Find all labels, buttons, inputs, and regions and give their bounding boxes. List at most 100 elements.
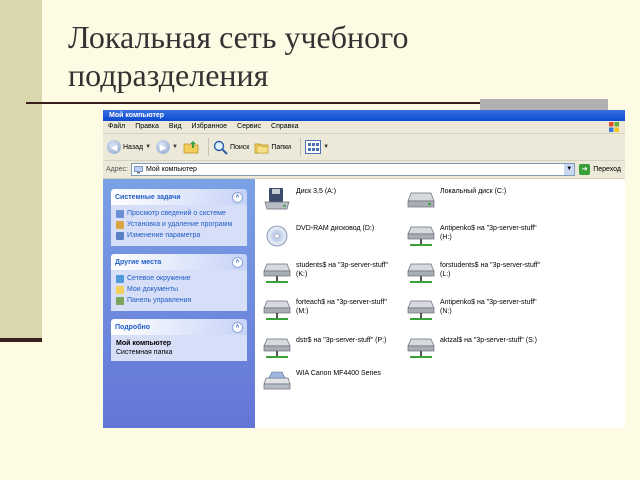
control-panel-icon [116, 297, 124, 305]
drive-l-label: forstudents$ на "3p-server-stuff" [440, 262, 541, 269]
scanner-icon [263, 371, 291, 390]
drive-m-item[interactable]: forteach$ на "3p-server-stuff" (M:) [263, 298, 387, 322]
back-button[interactable]: ◀ Назад ▼ [107, 140, 151, 154]
views-button[interactable]: ▼ [305, 140, 329, 154]
go-label: Переход [593, 166, 621, 173]
up-folder-icon [183, 141, 199, 154]
folders-label: Папки [271, 143, 292, 151]
network-drive-icon [407, 263, 435, 283]
my-documents-icon [116, 286, 124, 294]
details-header[interactable]: Подробно ˄ [111, 319, 247, 335]
scanner-item[interactable]: WIA Canon MF4400 Series [263, 369, 381, 393]
drive-k-label: students$ на "3p-server-stuff" [296, 262, 388, 269]
control-panel-label: Панель управления [127, 297, 192, 304]
local-drive-icon [407, 192, 435, 208]
toolbar-separator-2 [300, 138, 302, 156]
drive-m-label: forteach$ на "3p-server-stuff" [296, 299, 387, 306]
network-places-link[interactable]: Сетевое окружение [116, 274, 242, 283]
drive-a-item[interactable]: Диск 3,5 (A:) [263, 187, 336, 211]
slide-title: Локальная сеть учебного подразделения [68, 18, 608, 94]
address-value: Мой компьютер [145, 166, 197, 173]
other-places-header[interactable]: Другие места ˄ [111, 254, 247, 270]
forward-button[interactable]: ▶ ▼ [156, 140, 178, 154]
drive-k-sublabel: (K:) [296, 271, 308, 278]
system-tasks-header[interactable]: Системные задачи ˄ [111, 189, 247, 205]
drive-c-item[interactable]: Локальный диск (C:) [407, 187, 506, 211]
views-icon [305, 140, 322, 154]
drive-n-item[interactable]: Antipenko$ на "3p-server-stuff" (N:) [407, 298, 537, 322]
menu-view[interactable]: Вид [164, 121, 187, 133]
address-field[interactable]: Мой компьютер ▼ [130, 163, 576, 176]
slide-title-line1: Локальная сеть учебного [68, 19, 409, 55]
my-documents-link[interactable]: Мои документы [116, 285, 242, 294]
menu-file[interactable]: Файл [103, 121, 130, 133]
window-content: Системные задачи ˄ Просмотр сведений о с… [103, 179, 625, 428]
other-places-panel: Другие места ˄ Сетевое окружение Мои док… [111, 254, 247, 311]
change-setting-link[interactable]: Изменение параметра [116, 231, 242, 240]
drive-d-label: DVD-RAM дисковод (D:) [296, 225, 375, 232]
search-button[interactable]: Поиск [213, 140, 249, 155]
drive-s-item[interactable]: aktzal$ на "3p-server-stuff" (S:) [407, 336, 537, 360]
drive-c-label: Локальный диск (C:) [440, 188, 507, 195]
menu-tools[interactable]: Сервис [232, 121, 266, 133]
scanner-label: WIA Canon MF4400 Series [296, 370, 381, 377]
drive-d-item[interactable]: DVD-RAM дисковод (D:) [263, 224, 374, 248]
drive-h-item[interactable]: Antipenko$ на "3p-server-stuff" (H:) [407, 224, 537, 248]
up-folder-button[interactable] [183, 140, 199, 154]
go-button[interactable]: ➜ Переход [579, 164, 621, 175]
explorer-window: Мой компьютер Файл Правка Вид Избранное … [103, 110, 625, 428]
folders-button[interactable]: Папки [254, 141, 291, 154]
drive-n-sublabel: (N:) [440, 308, 452, 315]
window-titlebar[interactable]: Мой компьютер [103, 110, 625, 121]
drive-p-label: dstr$ на "3p-server-stuff" (P:) [296, 337, 387, 344]
control-panel-link[interactable]: Панель управления [116, 296, 242, 305]
menu-edit[interactable]: Правка [130, 121, 164, 133]
my-documents-label: Мои документы [127, 286, 179, 293]
network-places-label: Сетевое окружение [127, 275, 191, 282]
views-dropdown-icon: ▼ [323, 144, 330, 150]
details-title: Подробно [115, 323, 151, 331]
back-dropdown-icon: ▼ [145, 144, 152, 150]
address-dropdown-icon[interactable]: ▼ [564, 164, 575, 175]
address-bar: Адрес: Мой компьютер ▼ ➜ Переход [103, 161, 625, 179]
collapse-chevron-icon[interactable]: ˄ [232, 256, 243, 268]
drive-s-label: aktzal$ на "3p-server-stuff" (S:) [440, 337, 538, 344]
system-tasks-panel: Системные задачи ˄ Просмотр сведений о с… [111, 189, 247, 246]
drive-k-item[interactable]: students$ на "3p-server-stuff" (K:) [263, 261, 388, 285]
network-places-icon [116, 275, 124, 283]
forward-dropdown-icon: ▼ [172, 144, 178, 150]
other-places-title: Другие места [115, 258, 162, 266]
details-name: Мой компьютер [116, 340, 172, 347]
folders-icon [255, 143, 269, 153]
change-setting-label: Изменение параметра [127, 232, 201, 239]
menu-bar: Файл Правка Вид Избранное Сервис Справка [103, 121, 625, 134]
view-system-info-label: Просмотр сведений о системе [127, 210, 226, 217]
add-remove-programs-link[interactable]: Установка и удаление программ [116, 220, 242, 229]
drive-m-sublabel: (M:) [296, 308, 309, 315]
collapse-chevron-icon[interactable]: ˄ [232, 191, 243, 203]
left-decor-band [0, 0, 42, 340]
search-icon [213, 140, 228, 155]
drive-h-label: Antipenko$ на "3p-server-stuff" [440, 225, 537, 232]
network-drive-icon [263, 338, 291, 358]
menu-favorites[interactable]: Избранное [187, 121, 232, 133]
my-computer-small-icon [134, 165, 143, 173]
network-drive-icon [263, 300, 291, 320]
view-system-info-link[interactable]: Просмотр сведений о системе [116, 209, 242, 218]
details-body: Мой компьютер Системная папка [111, 335, 247, 361]
collapse-chevron-icon[interactable]: ˄ [232, 321, 243, 333]
dvd-icon [266, 225, 288, 247]
details-panel: Подробно ˄ Мой компьютер Системная папка [111, 319, 247, 361]
network-drive-icon [263, 263, 291, 283]
add-remove-programs-icon [116, 221, 124, 229]
drive-l-sublabel: (L:) [440, 271, 451, 278]
network-drive-icon [407, 300, 435, 320]
drive-l-item[interactable]: forstudents$ на "3p-server-stuff" (L:) [407, 261, 540, 285]
system-tasks-body: Просмотр сведений о системе Установка и … [111, 205, 247, 246]
drive-p-item[interactable]: dstr$ на "3p-server-stuff" (P:) [263, 336, 386, 360]
menu-help[interactable]: Справка [266, 121, 303, 133]
drive-h-sublabel: (H:) [440, 234, 452, 241]
system-info-icon [116, 210, 124, 218]
network-drive-icon [407, 338, 435, 358]
address-label: Адрес: [106, 166, 128, 173]
